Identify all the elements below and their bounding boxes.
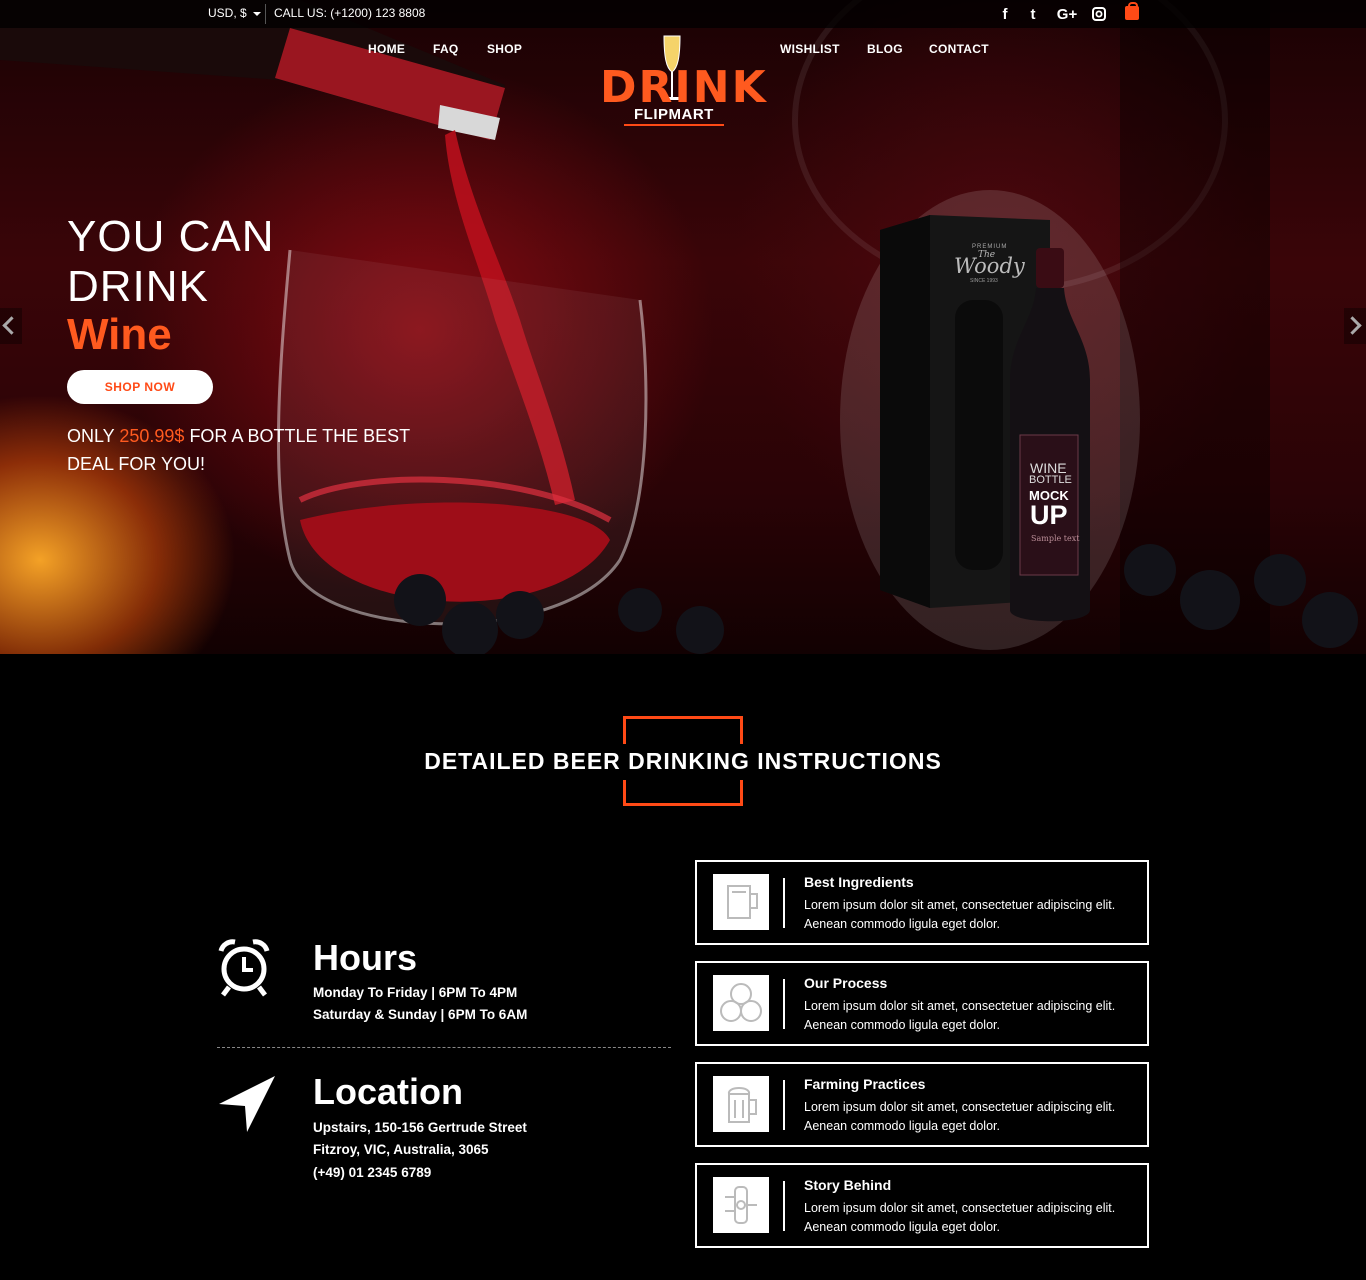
navigation-arrow-icon [219,1076,275,1132]
nav-wishlist[interactable]: WISHLIST [780,42,840,56]
nav-contact[interactable]: CONTACT [929,42,989,56]
logo-sub: FLIPMART [634,106,714,123]
top-bar: USD, $ CALL US: (+1200) 123 8808 f t G+ [0,0,1366,28]
facebook-icon[interactable]: f [995,5,1015,23]
shopping-bag-icon[interactable] [1125,2,1139,20]
alarm-clock-icon [218,939,270,997]
promo-prefix: ONLY [67,426,120,446]
divider [217,1047,671,1048]
hero-slider: PREMIUM The Woody SINCE 1993 WINE BOTTLE… [0,0,1366,654]
card-text: Lorem ipsum dolor sit amet, consectetuer… [804,1201,1116,1234]
brewing-tank-icon [713,1177,769,1233]
divider [265,4,266,24]
bottle-label-l4: UP [1030,500,1068,530]
hero-headline-3: Wine [67,310,172,359]
chevron-down-icon [252,11,261,16]
section-title: DETAILED BEER DRINKING INSTRUCTIONS [424,748,942,774]
location-phone: (+49) 01 2345 6789 [313,1165,432,1180]
hours-title: Hours [313,937,418,978]
card-title: Farming Practices [804,1076,926,1092]
nav-faq[interactable]: FAQ [433,42,459,56]
card-separator [783,878,785,928]
shop-now-button[interactable]: SHOP NOW [67,370,213,404]
call-us-text: CALL US: (+1200) 123 8808 [274,6,426,20]
box-label-since: SINCE 1993 [970,278,998,284]
nav-blog[interactable]: BLOG [867,42,903,56]
feature-card-best-ingredients: Best Ingredients Lorem ipsum dolor sit a… [695,860,1149,945]
site-logo[interactable]: DRINK FLIPMART [600,34,766,128]
nav-shop[interactable]: SHOP [487,42,522,56]
card-separator [783,1080,785,1130]
title-frame-top [623,716,743,744]
card-text: Lorem ipsum dolor sit amet, consectetuer… [804,999,1116,1032]
barrels-icon [713,975,769,1031]
feature-card-story-behind: Story Behind Lorem ipsum dolor sit amet,… [695,1163,1149,1248]
box-label-brand: Woody [954,254,1025,278]
card-text: Lorem ipsum dolor sit amet, consectetuer… [804,1100,1116,1133]
feature-card-farming-practices: Farming Practices Lorem ipsum dolor sit … [695,1062,1149,1147]
hours-line-1: Monday To Friday | 6PM To 4PM [313,985,518,1000]
google-plus-icon[interactable]: G+ [1055,5,1079,23]
card-title: Story Behind [804,1177,892,1193]
bottle-label-l2: BOTTLE [1029,474,1072,486]
slider-prev-arrow[interactable] [0,308,22,344]
nav-home[interactable]: HOME [368,42,405,56]
card-title: Our Process [804,975,888,991]
foamy-beer-icon [713,1076,769,1132]
slider-next-arrow[interactable] [1344,308,1366,344]
card-text: Lorem ipsum dolor sit amet, consectetuer… [804,898,1116,931]
card-separator [783,1181,785,1231]
bottle-label-small: Sample text [1031,534,1080,543]
location-line-1: Upstairs, 150-156 Gertrude Street [313,1120,527,1135]
location-line-2: Fitzroy, VIC, Australia, 3065 [313,1142,489,1157]
hero-promo-text: ONLY 250.99$ FOR A BOTTLE THE BEST DEAL … [67,422,427,478]
hero-headline-1: YOU CAN [67,212,275,261]
currency-label: USD, $ [208,6,247,20]
twitter-icon[interactable]: t [1023,5,1043,23]
currency-selector[interactable]: USD, $ [208,6,261,20]
promo-price: 250.99$ [119,426,185,446]
feature-card-our-process: Our Process Lorem ipsum dolor sit amet, … [695,961,1149,1046]
logo-underline [624,124,724,126]
card-separator [783,979,785,1029]
location-title: Location [313,1071,463,1112]
hero-headline-2: DRINK [67,262,209,311]
card-title: Best Ingredients [804,874,914,890]
hours-line-2: Saturday & Sunday | 6PM To 6AM [313,1007,528,1022]
instagram-icon[interactable] [1089,5,1109,23]
title-frame-bottom [623,780,743,806]
beer-mug-icon [713,874,769,930]
